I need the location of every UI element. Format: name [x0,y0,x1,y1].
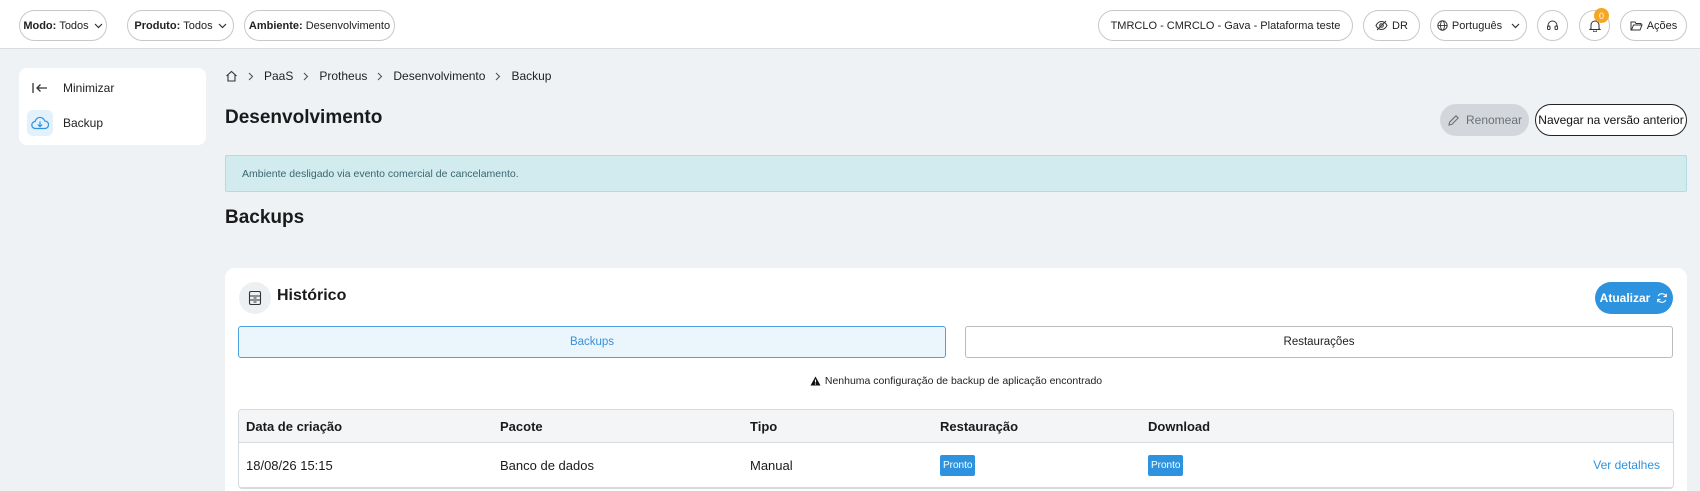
dr-button[interactable]: DR [1363,10,1420,41]
sidebar: Minimizar Backup [19,68,206,145]
warning-message: Nenhuma configuração de backup de aplica… [225,375,1687,387]
column-header-restauracao: Restauração [940,418,1019,434]
chevron-down-icon [218,23,227,28]
tab-restauracoes[interactable]: Restaurações [965,326,1673,358]
folder-open-icon [1630,21,1643,31]
column-header-tipo: Tipo [750,418,778,434]
ambiente-filter-value: Desenvolvimento [305,19,391,32]
breadcrumb: PaaS Protheus Desenvolvimento Backup [225,66,551,86]
modo-filter-value: Todos [59,19,89,32]
tenant-label: TMRCLO - CMRCLO - Gava - Plataforma test… [1110,19,1341,32]
sidebar-item-minimizar[interactable]: Minimizar [27,73,197,103]
column-header-download: Download [1148,418,1211,434]
chevron-right-icon [377,72,383,81]
sidebar-item-label: Backup [63,116,104,130]
table-row: 18/08/26 15:15 Banco de dados Manual Pro… [239,443,1673,488]
actions-button[interactable]: Ações [1620,10,1687,41]
download-status-badge[interactable]: Pronto [1148,454,1184,476]
restore-status-badge: Pronto [940,454,976,476]
prev-version-button[interactable]: Navegar na versão anterior [1535,104,1687,136]
history-title: Histórico [277,287,347,304]
tenant-selector[interactable]: TMRCLO - CMRCLO - Gava - Plataforma test… [1098,10,1353,41]
notifications-button[interactable]: 0 [1579,8,1610,41]
refresh-button[interactable]: Atualizar [1595,282,1673,314]
view-details-link[interactable]: Ver detalhes [1593,443,1660,487]
refresh-icon [1657,293,1668,303]
globe-icon [1437,20,1448,31]
breadcrumb-item-desenvolvimento[interactable]: Desenvolvimento [393,69,485,83]
chevron-right-icon [248,72,254,81]
pencil-icon [1448,114,1459,126]
rename-button[interactable]: Renomear [1440,104,1529,136]
alert-text: Ambiente desligado via evento comercial … [242,167,519,180]
ambiente-filter-label: Ambiente: [248,19,303,32]
produto-filter-value: Todos [183,19,213,32]
chevron-right-icon [303,72,309,81]
language-label: Português [1451,19,1503,32]
table-header: Data de criação Pacote Tipo Restauração … [239,410,1673,443]
column-header-pacote: Pacote [500,418,543,434]
dr-label: DR [1392,19,1408,32]
tab-backups[interactable]: Backups [238,326,946,358]
breadcrumb-item-paas[interactable]: PaaS [264,69,293,83]
info-alert: Ambiente desligado via evento comercial … [225,155,1687,192]
chevron-down-icon [1511,23,1520,28]
breadcrumb-item-protheus[interactable]: Protheus [319,69,367,83]
headset-icon [1547,20,1558,30]
restore-status-cell: Pronto [940,443,976,487]
cloud-download-icon [27,110,53,136]
notification-badge: 0 [1594,8,1609,23]
produto-filter[interactable]: Produto: Todos [127,10,234,41]
page-title: Desenvolvimento [225,107,383,128]
download-status-cell: Pronto [1148,443,1184,487]
eye-off-icon [1375,20,1388,31]
archive-icon [239,282,271,314]
home-icon[interactable] [225,70,238,82]
column-header-data: Data de criação [246,418,343,434]
chevron-down-icon [94,23,103,28]
sidebar-item-label: Minimizar [63,81,115,95]
refresh-button-label: Atualizar [1599,291,1651,305]
breadcrumb-item-backup: Backup [511,69,552,83]
section-title: Backups [225,207,305,228]
warning-text: Nenhuma configuração de backup de aplica… [824,375,1103,387]
support-button[interactable] [1537,10,1568,41]
chevron-right-icon [495,72,501,81]
warning-icon [810,376,821,386]
collapse-left-icon [27,75,53,101]
top-bar: Modo: Todos Produto: Todos Ambiente: Des… [0,0,1700,49]
actions-label: Ações [1646,19,1678,32]
row-package: Banco de dados [500,457,594,473]
rename-button-label: Renomear [1465,113,1523,127]
language-selector[interactable]: Português [1430,10,1527,41]
produto-filter-label: Produto: [134,19,181,32]
modo-filter-label: Modo: [23,19,57,32]
history-table: Data de criação Pacote Tipo Restauração … [238,409,1674,489]
modo-filter[interactable]: Modo: Todos [19,10,107,41]
ambiente-filter[interactable]: Ambiente: Desenvolvimento [244,10,395,41]
history-card: Histórico Atualizar Backups Restaurações… [225,268,1687,491]
row-type: Manual [750,457,793,473]
row-date: 18/08/26 15:15 [246,457,333,473]
sidebar-item-backup[interactable]: Backup [27,108,197,138]
